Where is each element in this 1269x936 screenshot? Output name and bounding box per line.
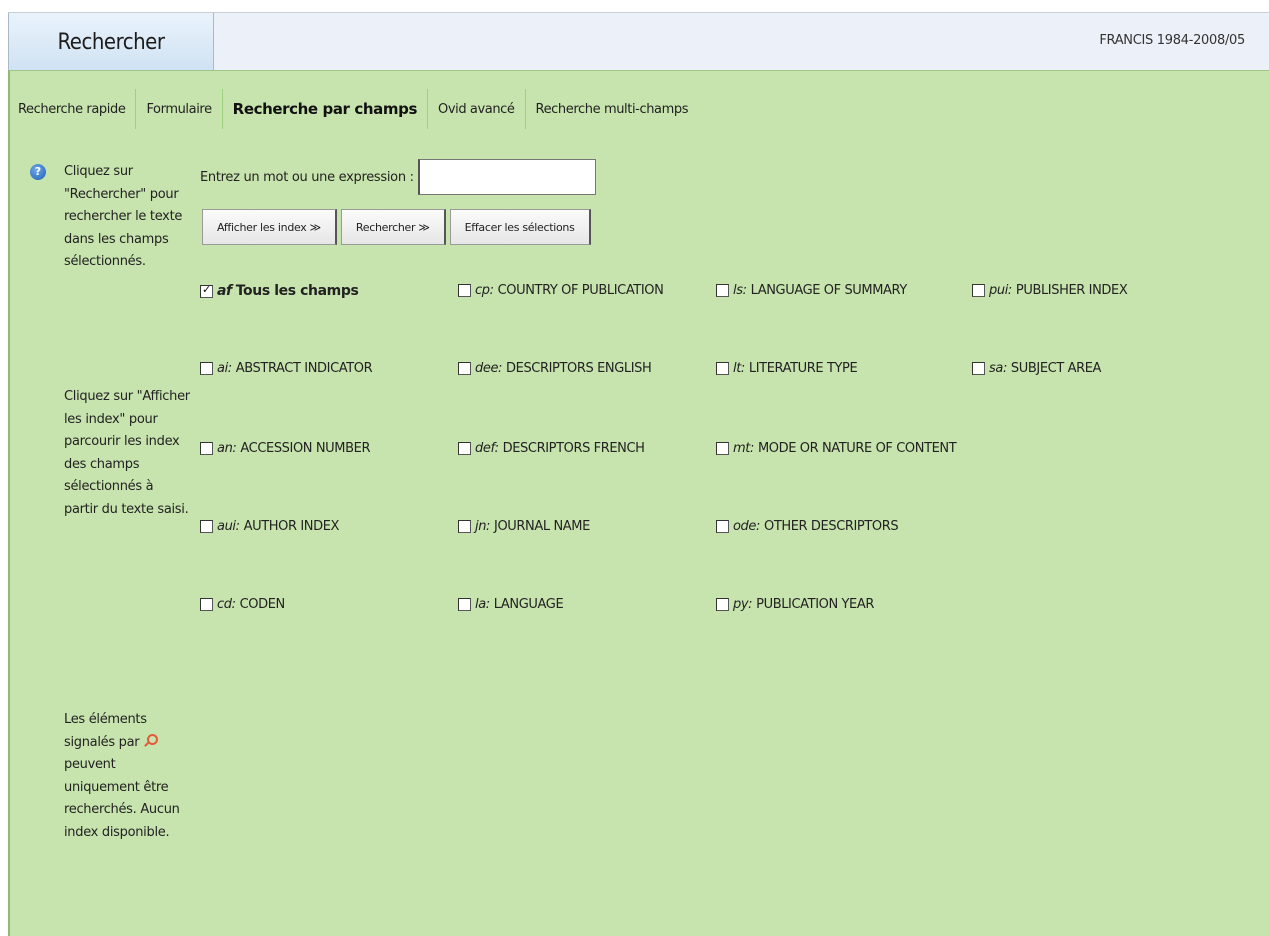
- help-icon: ?: [30, 164, 46, 180]
- header-tab-rechercher[interactable]: Rechercher: [8, 13, 214, 71]
- field-code: jn:: [475, 519, 491, 534]
- field-jn-checkbox[interactable]: [458, 520, 471, 533]
- field-code: pui:: [989, 283, 1012, 298]
- field-cp-checkbox[interactable]: [458, 284, 471, 297]
- field-code: cp:: [475, 283, 494, 298]
- help-text-search: Cliquez sur "Rechercher" pour rechercher…: [64, 164, 183, 269]
- field-label: AUTHOR INDEX: [243, 519, 340, 534]
- header-bar: Rechercher FRANCIS 1984-2008/05: [8, 12, 1269, 71]
- field-label: DESCRIPTORS FRENCH: [502, 441, 645, 456]
- field-cd-checkbox[interactable]: [200, 598, 213, 611]
- field-label: CODEN: [239, 597, 286, 612]
- field-an-checkbox[interactable]: [200, 442, 213, 455]
- show-index-button[interactable]: Afficher les index ≫: [202, 209, 337, 245]
- field-code: sa:: [989, 361, 1007, 376]
- field-label: ACCESSION NUMBER: [240, 441, 371, 456]
- magnifier-icon: [143, 733, 159, 748]
- tab-recherche-rapide[interactable]: Recherche rapide: [10, 89, 137, 129]
- field-label: SUBJECT AREA: [1010, 361, 1102, 376]
- field-af-checkbox[interactable]: [200, 283, 213, 298]
- field-code: af: [217, 283, 232, 299]
- field-code: py:: [733, 597, 753, 612]
- search-label: Entrez un mot ou une expression :: [200, 169, 414, 185]
- field-lt-checkbox[interactable]: [716, 362, 729, 375]
- field-label: OTHER DESCRIPTORS: [763, 519, 899, 534]
- field-ode[interactable]: ode: OTHER DESCRIPTORS: [716, 519, 899, 534]
- field-pui-checkbox[interactable]: [972, 284, 985, 297]
- field-label: JOURNAL NAME: [494, 519, 590, 534]
- field-code: an:: [217, 441, 237, 456]
- field-lt[interactable]: lt: LITERATURE TYPE: [716, 361, 858, 376]
- field-an[interactable]: an: ACCESSION NUMBER: [200, 441, 370, 456]
- field-dee-checkbox[interactable]: [458, 362, 471, 375]
- field-code: ls:: [733, 283, 747, 298]
- field-py-checkbox[interactable]: [716, 598, 729, 611]
- field-label: PUBLISHER INDEX: [1015, 283, 1128, 298]
- field-label: Tous les champs: [235, 283, 359, 299]
- search-row: Entrez un mot ou une expression :: [200, 159, 596, 195]
- clear-selections-button[interactable]: Effacer les sélections: [449, 209, 591, 245]
- field-label: MODE OR NATURE OF CONTENT: [757, 441, 957, 456]
- tab-recherche-par-champs[interactable]: Recherche par champs: [223, 89, 428, 129]
- field-pui[interactable]: pui: PUBLISHER INDEX: [972, 283, 1128, 298]
- field-label: LITERATURE TYPE: [748, 361, 858, 376]
- search-input[interactable]: [417, 159, 596, 195]
- tab-recherche-multi-champs[interactable]: Recherche multi-champs: [526, 89, 699, 129]
- field-def[interactable]: def: DESCRIPTORS FRENCH: [458, 441, 645, 456]
- field-code: cd:: [217, 597, 236, 612]
- field-code: aui:: [217, 519, 240, 534]
- field-code: def:: [475, 441, 499, 456]
- field-label: ABSTRACT INDICATOR: [235, 361, 373, 376]
- field-label: DESCRIPTORS ENGLISH: [506, 361, 652, 376]
- field-ai[interactable]: ai: ABSTRACT INDICATOR: [200, 361, 373, 376]
- help-text-no-index-after: peuvent uniquement être recherchés. Aucu…: [64, 757, 180, 840]
- field-ai-checkbox[interactable]: [200, 362, 213, 375]
- field-ls[interactable]: ls: LANGUAGE OF SUMMARY: [716, 283, 907, 298]
- field-la-checkbox[interactable]: [458, 598, 471, 611]
- help-text-index: Cliquez sur "Afficher les index" pour pa…: [64, 389, 190, 517]
- field-sa-checkbox[interactable]: [972, 362, 985, 375]
- field-sa[interactable]: sa: SUBJECT AREA: [972, 361, 1101, 376]
- field-dee[interactable]: dee: DESCRIPTORS ENGLISH: [458, 361, 652, 376]
- field-aui-checkbox[interactable]: [200, 520, 213, 533]
- field-mt[interactable]: mt: MODE OR NATURE OF CONTENT: [716, 441, 957, 456]
- field-ode-checkbox[interactable]: [716, 520, 729, 533]
- field-mt-checkbox[interactable]: [716, 442, 729, 455]
- field-code: lt:: [733, 361, 745, 376]
- field-ls-checkbox[interactable]: [716, 284, 729, 297]
- field-code: ai:: [217, 361, 232, 376]
- field-code: mt:: [733, 441, 754, 456]
- search-panel: Recherche rapide Formulaire Recherche pa…: [8, 70, 1269, 936]
- field-la[interactable]: la: LANGUAGE: [458, 597, 564, 612]
- field-af[interactable]: af Tous les champs: [200, 283, 359, 299]
- field-label: COUNTRY OF PUBLICATION: [497, 283, 664, 298]
- field-py[interactable]: py: PUBLICATION YEAR: [716, 597, 874, 612]
- field-code: la:: [475, 597, 490, 612]
- field-cp[interactable]: cp: COUNTRY OF PUBLICATION: [458, 283, 664, 298]
- search-mode-tabs: Recherche rapide Formulaire Recherche pa…: [10, 89, 698, 129]
- tab-ovid-avance[interactable]: Ovid avancé: [428, 89, 526, 129]
- field-label: LANGUAGE OF SUMMARY: [750, 283, 908, 298]
- field-aui[interactable]: aui: AUTHOR INDEX: [200, 519, 339, 534]
- field-def-checkbox[interactable]: [458, 442, 471, 455]
- action-buttons: Afficher les index ≫ Rechercher ≫ Efface…: [202, 209, 595, 245]
- header-title: Rechercher: [57, 29, 165, 55]
- field-jn[interactable]: jn: JOURNAL NAME: [458, 519, 590, 534]
- database-label: FRANCIS 1984-2008/05: [1099, 33, 1245, 48]
- field-code: ode:: [733, 519, 760, 534]
- help-text-no-index: Les éléments signalés par peuvent unique…: [64, 709, 190, 844]
- field-label: PUBLICATION YEAR: [756, 597, 874, 612]
- field-label: LANGUAGE: [493, 597, 564, 612]
- field-code: dee:: [475, 361, 503, 376]
- search-button[interactable]: Rechercher ≫: [340, 209, 446, 245]
- search-page: Rechercher FRANCIS 1984-2008/05 Recherch…: [8, 12, 1269, 936]
- tab-formulaire[interactable]: Formulaire: [136, 89, 223, 129]
- help-text-no-index-before: Les éléments signalés par: [64, 712, 147, 750]
- field-cd[interactable]: cd: CODEN: [200, 597, 285, 612]
